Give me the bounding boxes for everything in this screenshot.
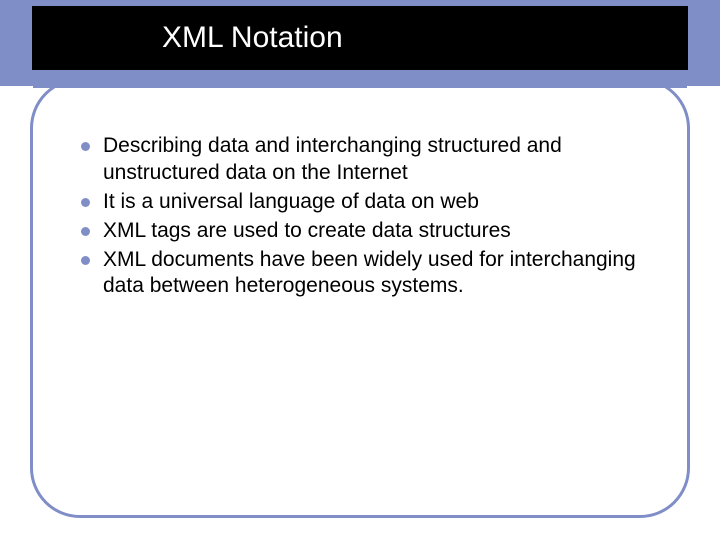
bullet-text: Describing data and interchanging struct… [103, 134, 562, 184]
list-item: XML documents have been widely used for … [75, 247, 645, 301]
content-card: Describing data and interchanging struct… [30, 78, 690, 518]
slide: XML Notation Describing data and interch… [0, 0, 720, 540]
slide-title: XML Notation [162, 21, 343, 55]
bullet-text: XML documents have been widely used for … [103, 248, 636, 298]
list-item: It is a universal language of data on we… [75, 189, 645, 216]
title-bar: XML Notation [32, 6, 688, 70]
bullet-text: XML tags are used to create data structu… [103, 219, 511, 242]
bullet-text: It is a universal language of data on we… [103, 190, 479, 213]
list-item: Describing data and interchanging struct… [75, 133, 645, 187]
bullet-list: Describing data and interchanging struct… [75, 133, 645, 300]
card-top-mask [33, 78, 687, 88]
list-item: XML tags are used to create data structu… [75, 218, 645, 245]
